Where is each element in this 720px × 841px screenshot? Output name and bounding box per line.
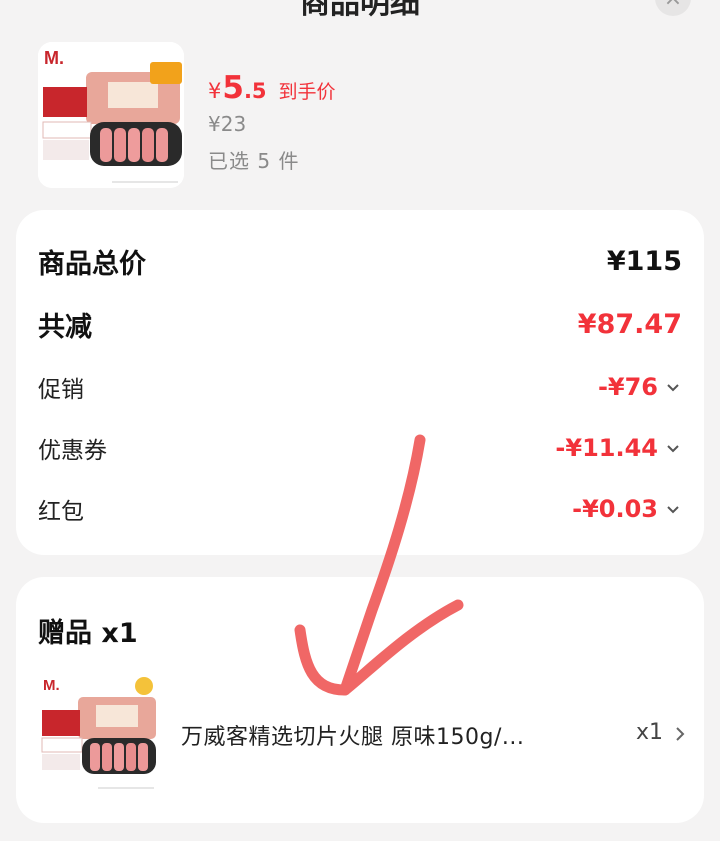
svg-text:M.: M.: [43, 677, 60, 694]
chevron-right-icon[interactable]: [672, 724, 688, 744]
gift-name: 万威客精选切片火腿 原味150g/...: [181, 725, 525, 750]
redpacket-label: 红包: [38, 499, 84, 525]
gift-card[interactable]: 赠品 x1 M. 万威客精选切片火腿 原味150g/... x1: [16, 577, 704, 823]
svg-text:M.: M.: [44, 48, 64, 68]
total-value: ¥115: [606, 246, 682, 277]
promo-label: 促销: [38, 377, 84, 403]
redpacket-value-wrap: -¥0.03: [572, 495, 682, 523]
coupon-row[interactable]: 优惠券 -¥11.44: [38, 431, 682, 465]
chevron-down-icon[interactable]: [664, 378, 682, 396]
promo-value-wrap: -¥76: [598, 373, 682, 401]
chevron-down-icon[interactable]: [664, 500, 682, 518]
ham-package-icon: M.: [38, 672, 160, 794]
coupon-value: -¥11.44: [555, 434, 658, 462]
deal-price: ¥ 5 .5 到手价: [208, 70, 336, 106]
original-price: ¥23: [208, 112, 247, 136]
redpacket-row[interactable]: 红包 -¥0.03: [38, 492, 682, 526]
gift-image[interactable]: M.: [38, 672, 160, 794]
discount-value: ¥87.47: [577, 309, 682, 340]
ham-package-icon: M.: [38, 42, 184, 188]
discount-row: 共减 ¥87.47: [38, 305, 682, 344]
redpacket-value: -¥0.03: [572, 495, 658, 523]
selected-count: 已选 5 件: [208, 149, 300, 173]
price-decimal: .5: [243, 79, 267, 103]
chevron-down-icon[interactable]: [664, 439, 682, 457]
price-currency: ¥: [208, 79, 222, 103]
price-breakdown-card: 商品总价 ¥115 共减 ¥87.47 促销 -¥76 优惠券 -¥11.44 …: [16, 210, 704, 555]
discount-label: 共减: [38, 312, 92, 343]
page-title: 商品明细: [300, 0, 420, 21]
product-summary: M. ¥ 5 .5 到手价 ¥23 已选 5 件: [38, 42, 678, 192]
promo-row[interactable]: 促销 -¥76: [38, 370, 682, 404]
total-label: 商品总价: [38, 249, 146, 280]
gift-quantity: x1: [636, 720, 664, 745]
coupon-value-wrap: -¥11.44: [555, 434, 682, 462]
coupon-label: 优惠券: [38, 438, 107, 464]
gift-title: 赠品 x1: [38, 618, 138, 649]
price-integer: 5: [222, 70, 244, 106]
promo-value: -¥76: [597, 373, 658, 401]
product-image[interactable]: M.: [38, 42, 184, 188]
total-row: 商品总价 ¥115: [38, 242, 682, 281]
price-tag: 到手价: [278, 81, 336, 103]
